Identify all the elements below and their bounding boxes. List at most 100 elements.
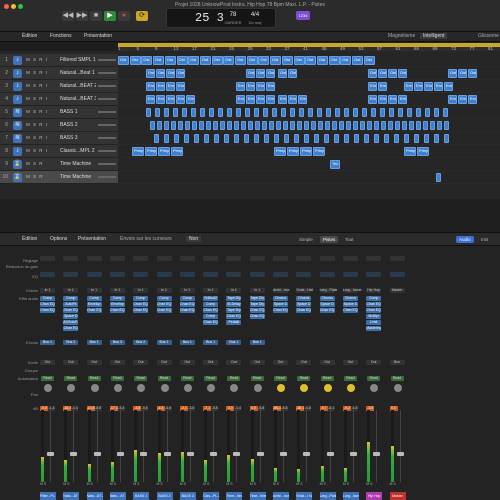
audio-region[interactable]: Emani Vol. 1 xyxy=(246,95,255,104)
audio-region[interactable] xyxy=(297,121,302,130)
track-header[interactable]: 5 ≋ M S R I BASS 1 xyxy=(0,106,118,119)
audio-effect-plugin[interactable]: Pedalb xyxy=(226,320,242,325)
audio-region[interactable] xyxy=(200,108,205,117)
audio-effect-plugin[interactable]: Comp xyxy=(203,314,219,319)
output-slot[interactable]: Out xyxy=(63,360,79,365)
audio-region[interactable] xyxy=(434,108,439,117)
audio-region[interactable] xyxy=(272,108,277,117)
send-slot[interactable]: Bus 2 xyxy=(63,340,79,345)
track-header[interactable]: 2 ♪ M S R I Natural...Beat 1 xyxy=(0,67,118,80)
channel-name[interactable]: Natu...AT 3 xyxy=(109,492,126,500)
audio-region[interactable] xyxy=(164,134,169,143)
audio-effect-plugin[interactable]: Envelop xyxy=(86,302,102,307)
pan-knob[interactable] xyxy=(253,384,262,392)
audio-region[interactable] xyxy=(443,108,448,117)
mixer-edition-menu[interactable]: Édition xyxy=(22,236,37,242)
audio-region[interactable]: Ost xyxy=(368,69,377,78)
audio-region[interactable]: Ost xyxy=(468,69,477,78)
output-slot[interactable]: Out xyxy=(273,360,288,365)
audio-region[interactable]: Ost xyxy=(166,69,175,78)
magnetisme-select[interactable]: Intelligent xyxy=(420,33,448,39)
filter-audio[interactable]: Audio xyxy=(456,236,474,243)
audio-effect-plugin[interactable]: Chan EQ xyxy=(342,308,358,313)
audio-region[interactable] xyxy=(255,121,260,130)
audio-region[interactable]: Prinp xyxy=(158,147,170,156)
audio-region[interactable]: Emani Vol. 1 xyxy=(444,82,453,91)
track-mute-solo-buttons[interactable]: M S R I xyxy=(26,135,48,140)
audio-region[interactable] xyxy=(213,121,218,130)
audio-effect-plugin[interactable]: Chorus xyxy=(273,296,288,301)
audio-effect-plugin[interactable]: Chan EQ xyxy=(179,308,195,313)
track-mute-solo-buttons[interactable]: M S R I xyxy=(26,96,48,101)
channel-name[interactable]: Natu...AT 1 xyxy=(63,492,80,500)
audio-region[interactable] xyxy=(362,108,367,117)
audio-region[interactable] xyxy=(290,121,295,130)
output-slot[interactable]: Out xyxy=(249,360,265,365)
audio-region[interactable]: Ost xyxy=(256,69,265,78)
envois-select[interactable]: Non xyxy=(186,236,202,242)
input-slot[interactable]: In 1 xyxy=(63,288,79,293)
audio-region[interactable]: Ost xyxy=(235,56,246,65)
eq-thumbnail[interactable] xyxy=(366,272,382,277)
pan-knob[interactable] xyxy=(207,384,216,392)
audio-region[interactable] xyxy=(262,121,267,130)
automation-read-button[interactable]: Read xyxy=(390,376,404,381)
automation-read-button[interactable]: Read xyxy=(110,376,124,381)
audio-region[interactable] xyxy=(274,134,279,143)
audio-region[interactable] xyxy=(374,121,379,130)
channel-setting-slot[interactable] xyxy=(203,256,219,261)
channel-name[interactable]: Hip Hop xyxy=(366,492,383,500)
audio-region[interactable] xyxy=(395,121,400,130)
audio-region[interactable]: Ost xyxy=(164,56,176,65)
zoom-window-button[interactable] xyxy=(18,4,23,9)
audio-region[interactable]: Emani Vol. 1 xyxy=(166,82,175,91)
mute-solo-buttons[interactable]: M S xyxy=(273,482,279,486)
audio-region[interactable] xyxy=(199,121,204,130)
track-header[interactable]: 8 ♪ M S R I Classic...MPL 2 xyxy=(0,145,118,158)
presentation-menu[interactable]: Présentation xyxy=(84,33,112,39)
audio-effect-plugin[interactable]: Chan EQ xyxy=(63,308,79,313)
audio-region[interactable] xyxy=(326,108,331,117)
audio-region[interactable]: Ost xyxy=(176,56,188,65)
tab-simple[interactable]: Simple xyxy=(296,236,316,243)
volume-fader[interactable] xyxy=(349,452,357,456)
eq-thumbnail[interactable] xyxy=(63,272,79,277)
audio-region[interactable]: Ost xyxy=(398,69,407,78)
audio-effect-plugin[interactable]: Chan EQ xyxy=(203,308,219,313)
audio-effect-plugin[interactable]: Chan EQ xyxy=(273,308,288,313)
track-volume-slider[interactable] xyxy=(98,85,116,87)
audio-region[interactable]: Emani Vol. 1 xyxy=(378,95,387,104)
channel-setting-slot[interactable] xyxy=(63,256,79,261)
audio-region[interactable] xyxy=(304,134,309,143)
audio-region[interactable] xyxy=(227,121,232,130)
audio-region[interactable]: Prinp xyxy=(171,147,183,156)
audio-region[interactable] xyxy=(194,134,199,143)
input-slot[interactable]: In 1 xyxy=(109,288,125,293)
audio-effect-plugin[interactable]: Space D xyxy=(296,302,312,307)
track-volume-slider[interactable] xyxy=(98,163,116,165)
tab-tout[interactable]: Tout xyxy=(342,236,357,243)
audio-region[interactable] xyxy=(314,134,319,143)
channel-setting-slot[interactable] xyxy=(109,256,125,261)
mixer-presentation-menu[interactable]: Présentation xyxy=(78,236,106,242)
audio-effect-plugin[interactable]: Comp xyxy=(203,302,219,307)
audio-region[interactable]: Ost xyxy=(281,56,293,65)
audio-region[interactable]: Ost xyxy=(188,56,200,65)
automation-read-button[interactable]: Read xyxy=(297,376,311,381)
send-slot[interactable]: Bus 1 xyxy=(156,340,172,345)
audio-region[interactable] xyxy=(389,108,394,117)
audio-effect-plugin[interactable]: Chorus xyxy=(319,296,335,301)
track-volume-slider[interactable] xyxy=(98,124,116,126)
audio-region[interactable]: Ost xyxy=(288,69,297,78)
fonctions-menu[interactable]: Fonctions xyxy=(50,33,72,39)
channel-setting-slot[interactable] xyxy=(342,256,358,261)
audio-region[interactable] xyxy=(220,121,225,130)
audio-region[interactable] xyxy=(164,121,169,130)
audio-effect-plugin[interactable]: St-Delay xyxy=(226,302,242,307)
audio-effect-plugin[interactable]: Comp xyxy=(366,296,382,301)
track-header[interactable]: 4 ♪ M S R I Natural...BEAT 3 xyxy=(0,93,118,106)
audio-region[interactable]: Ost xyxy=(141,56,153,65)
audio-region[interactable]: Emani Vol. 1 xyxy=(388,95,397,104)
volume-fader[interactable] xyxy=(163,452,171,456)
output-slot[interactable]: Out xyxy=(226,360,242,365)
